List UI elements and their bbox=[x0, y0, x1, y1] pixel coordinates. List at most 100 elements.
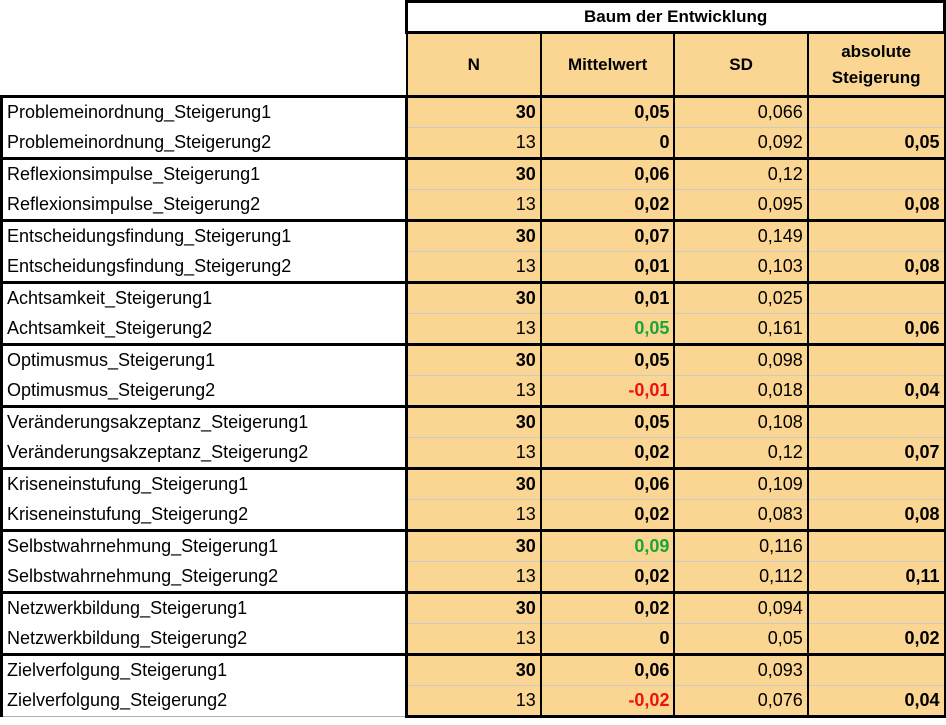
cell-sd: 0,018 bbox=[673, 375, 809, 407]
table-row: Optimusmus_Steigerung2 13 -0,01 0,018 0,04 bbox=[0, 375, 946, 407]
cell-sd: 0,05 bbox=[673, 623, 809, 655]
cell-sd: 0,092 bbox=[673, 127, 809, 159]
row-label: Netzwerkbildung_Steigerung2 bbox=[0, 623, 409, 655]
cell-sd: 0,108 bbox=[673, 405, 809, 438]
cell-absolute-steigerung: 0,04 bbox=[806, 375, 946, 407]
cell-n: 30 bbox=[405, 343, 542, 376]
table-row: Entscheidungsfindung_Steigerung2 13 0,01 0,… bbox=[0, 251, 946, 283]
row-label: Achtsamkeit_Steigerung1 bbox=[0, 281, 409, 314]
cell-absolute-steigerung: 0,04 bbox=[806, 685, 946, 718]
row-label: Selbstwahrnehmung_Steigerung1 bbox=[0, 529, 409, 562]
cell-n: 30 bbox=[405, 95, 542, 128]
table-row: Reflexionsimpulse_Steigerung1 30 0,06 0,12 bbox=[0, 157, 946, 190]
row-label: Problemeinordnung_Steigerung2 bbox=[0, 127, 409, 159]
table-row: Optimusmus_Steigerung1 30 0,05 0,098 bbox=[0, 343, 946, 376]
cell-n: 13 bbox=[405, 499, 542, 531]
cell-absolute-steigerung bbox=[806, 591, 946, 624]
cell-n: 13 bbox=[405, 251, 542, 283]
cell-sd: 0,083 bbox=[673, 499, 809, 531]
cell-absolute-steigerung: 0,08 bbox=[806, 499, 946, 531]
cell-n: 13 bbox=[405, 623, 542, 655]
table-row: Achtsamkeit_Steigerung1 30 0,01 0,025 bbox=[0, 281, 946, 314]
cell-sd: 0,109 bbox=[673, 467, 809, 500]
cell-n: 13 bbox=[405, 561, 542, 593]
table-row: Veränderungsakzeptanz_Steigerung1 30 0,05 0… bbox=[0, 405, 946, 438]
cell-mittelwert: 0 bbox=[539, 623, 676, 655]
header-mittelwert: Mittelwert bbox=[539, 31, 676, 98]
table-row: Netzwerkbildung_Steigerung1 30 0,02 0,094 bbox=[0, 591, 946, 624]
cell-mittelwert: 0,05 bbox=[539, 313, 676, 345]
cell-sd: 0,103 bbox=[673, 251, 809, 283]
cell-sd: 0,149 bbox=[673, 219, 809, 252]
cell-mittelwert: 0,02 bbox=[539, 189, 676, 221]
row-label: Entscheidungsfindung_Steigerung1 bbox=[0, 219, 409, 252]
table-row: Selbstwahrnehmung_Steigerung1 30 0,09 0,116 bbox=[0, 529, 946, 562]
row-label: Problemeinordnung_Steigerung1 bbox=[0, 95, 409, 128]
header-n: N bbox=[405, 31, 542, 98]
cell-mittelwert: 0,07 bbox=[539, 219, 676, 252]
cell-absolute-steigerung: 0,05 bbox=[806, 127, 946, 159]
table-row: Kriseneinstufung_Steigerung2 13 0,02 0,083 0… bbox=[0, 499, 946, 531]
cell-absolute-steigerung: 0,08 bbox=[806, 251, 946, 283]
cell-absolute-steigerung bbox=[806, 653, 946, 686]
cell-n: 30 bbox=[405, 219, 542, 252]
cell-mittelwert: 0,05 bbox=[539, 343, 676, 376]
cell-sd: 0,116 bbox=[673, 529, 809, 562]
table-body: Problemeinordnung_Steigerung1 30 0,05 0,066… bbox=[0, 95, 946, 718]
cell-absolute-steigerung bbox=[806, 343, 946, 376]
cell-absolute-steigerung: 0,02 bbox=[806, 623, 946, 655]
row-label: Zielverfolgung_Steigerung2 bbox=[0, 685, 409, 717]
table-row: Selbstwahrnehmung_Steigerung2 13 0,02 0,112… bbox=[0, 561, 946, 593]
cell-mittelwert: 0,02 bbox=[539, 561, 676, 593]
cell-absolute-steigerung: 0,11 bbox=[806, 561, 946, 593]
cell-sd: 0,12 bbox=[673, 157, 809, 190]
cell-absolute-steigerung bbox=[806, 281, 946, 314]
header-sd: SD bbox=[673, 31, 809, 98]
cell-mittelwert: 0,06 bbox=[539, 157, 676, 190]
row-label: Veränderungsakzeptanz_Steigerung1 bbox=[0, 405, 409, 438]
cell-sd: 0,076 bbox=[673, 685, 809, 718]
results-table: Baum der Entwicklung N Mittelwert SD abs… bbox=[0, 0, 946, 718]
cell-mittelwert: 0,02 bbox=[539, 591, 676, 624]
corner-blank bbox=[1, 1, 407, 33]
row-label: Optimusmus_Steigerung2 bbox=[0, 375, 409, 407]
table-row: Zielverfolgung_Steigerung1 30 0,06 0,093 bbox=[0, 653, 946, 686]
corner-blank bbox=[1, 32, 407, 97]
table-title: Baum der Entwicklung bbox=[405, 0, 946, 34]
row-label: Entscheidungsfindung_Steigerung2 bbox=[0, 251, 409, 283]
cell-n: 30 bbox=[405, 591, 542, 624]
cell-absolute-steigerung: 0,06 bbox=[806, 313, 946, 345]
cell-sd: 0,161 bbox=[673, 313, 809, 345]
cell-sd: 0,093 bbox=[673, 653, 809, 686]
row-label: Veränderungsakzeptanz_Steigerung2 bbox=[0, 437, 409, 469]
cell-mittelwert: 0,02 bbox=[539, 437, 676, 469]
cell-absolute-steigerung bbox=[806, 157, 946, 190]
cell-absolute-steigerung bbox=[806, 219, 946, 252]
cell-sd: 0,098 bbox=[673, 343, 809, 376]
table-row: Zielverfolgung_Steigerung2 13 -0,02 0,076 0,… bbox=[0, 685, 946, 718]
table-row: Problemeinordnung_Steigerung1 30 0,05 0,066 bbox=[0, 95, 946, 128]
header-absolute-steigerung: absolute Steigerung bbox=[806, 31, 946, 98]
cell-n: 13 bbox=[405, 127, 542, 159]
cell-mittelwert: -0,02 bbox=[539, 685, 676, 718]
cell-mittelwert: 0,01 bbox=[539, 251, 676, 283]
cell-n: 13 bbox=[405, 189, 542, 221]
cell-absolute-steigerung: 0,07 bbox=[806, 437, 946, 469]
table-row: Netzwerkbildung_Steigerung2 13 0 0,05 0,02 bbox=[0, 623, 946, 655]
cell-n: 13 bbox=[405, 685, 542, 718]
cell-mittelwert: 0,06 bbox=[539, 467, 676, 500]
cell-n: 30 bbox=[405, 405, 542, 438]
cell-n: 30 bbox=[405, 529, 542, 562]
title-row: Baum der Entwicklung bbox=[1, 0, 946, 34]
cell-sd: 0,112 bbox=[673, 561, 809, 593]
cell-sd: 0,12 bbox=[673, 437, 809, 469]
cell-sd: 0,066 bbox=[673, 95, 809, 128]
table-row: Entscheidungsfindung_Steigerung1 30 0,07 0,… bbox=[0, 219, 946, 252]
cell-n: 13 bbox=[405, 437, 542, 469]
header-row: N Mittelwert SD absolute Steigerung bbox=[1, 31, 946, 98]
cell-sd: 0,025 bbox=[673, 281, 809, 314]
cell-sd: 0,095 bbox=[673, 189, 809, 221]
row-label: Achtsamkeit_Steigerung2 bbox=[0, 313, 409, 345]
table-row: Veränderungsakzeptanz_Steigerung2 13 0,02 0… bbox=[0, 437, 946, 469]
cell-n: 13 bbox=[405, 375, 542, 407]
